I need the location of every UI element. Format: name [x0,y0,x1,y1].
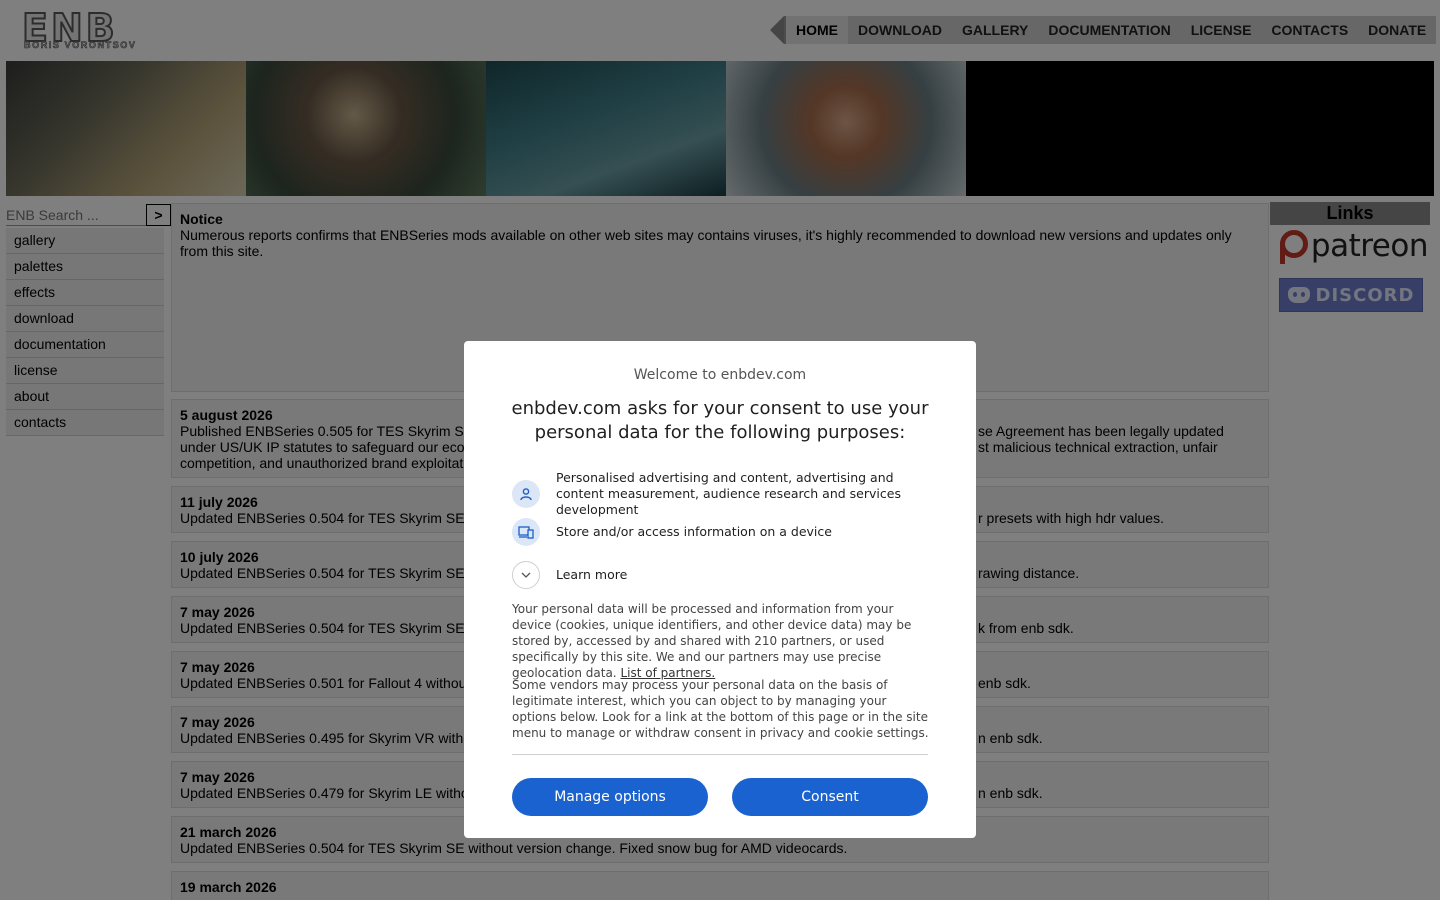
consent-paragraph-1: Your personal data will be processed and… [512,601,932,681]
purpose-advertising: Personalised advertising and content, ad… [512,470,932,518]
manage-options-button[interactable]: Manage options [512,778,708,816]
purpose-text: Store and/or access information on a dev… [556,524,832,539]
consent-button[interactable]: Consent [732,778,928,816]
consent-dialog: Welcome to enbdev.com enbdev.com asks fo… [464,341,976,838]
consent-paragraph-2: Some vendors may process your personal d… [512,678,929,740]
learn-more-label: Learn more [556,567,628,582]
purpose-storage: Store and/or access information on a dev… [512,518,932,546]
divider [512,754,928,755]
learn-more-toggle[interactable]: Learn more [512,561,932,589]
purpose-text: Personalised advertising and content, ad… [556,470,901,517]
consent-heading: enbdev.com asks for your consent to use … [511,398,929,443]
person-icon [512,480,540,508]
devices-icon [512,518,540,546]
consent-welcome: Welcome to enbdev.com [633,367,807,383]
chevron-down-icon [512,561,540,589]
